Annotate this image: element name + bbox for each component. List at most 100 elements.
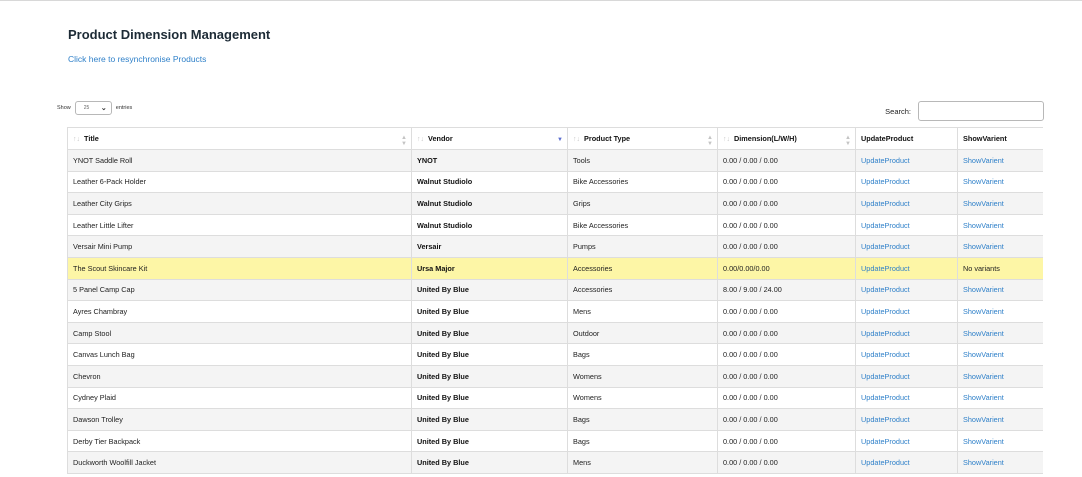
cell-update-product: UpdateProduct — [855, 300, 958, 323]
cell-title-text: 5 Panel Camp Cap — [73, 285, 135, 295]
show-varient-link[interactable]: ShowVarient — [963, 285, 1004, 294]
show-varient-link[interactable]: ShowVarient — [963, 415, 1004, 424]
show-varient-link[interactable]: ShowVarient — [963, 350, 1004, 359]
update-product-link[interactable]: UpdateProduct — [861, 221, 910, 230]
cell-product-type: Mens — [567, 300, 718, 323]
cell-show-varient: ShowVarient — [957, 192, 1043, 215]
show-varient-link[interactable]: ShowVarient — [963, 177, 1004, 186]
show-varient-link[interactable]: ShowVarient — [963, 156, 1004, 165]
cell-show-varient: ShowVarient — [957, 278, 1043, 302]
update-product-link[interactable]: UpdateProduct — [861, 307, 910, 316]
cell-update-product: UpdateProduct — [855, 213, 958, 237]
cell-product-type-text: Grips — [573, 198, 591, 208]
cell-vendor-text: United By Blue — [417, 350, 469, 360]
cell-update-product: UpdateProduct — [855, 321, 958, 345]
cell-update-product: UpdateProduct — [855, 364, 958, 388]
cell-show-varient: ShowVarient — [957, 149, 1043, 172]
cell-title: Duckworth Woolfill Jacket — [67, 451, 412, 474]
cell-dimension-text: 0.00 / 0.00 / 0.00 — [723, 328, 778, 338]
entries-per-page-select[interactable]: 25 ⌄ — [74, 101, 112, 115]
cell-product-type: Bags — [567, 408, 718, 431]
cell-show-varient: ShowVarient — [957, 300, 1043, 323]
cell-vendor-text: United By Blue — [417, 285, 469, 295]
cell-title: 5 Panel Camp Cap — [67, 278, 412, 302]
update-product-link[interactable]: UpdateProduct — [861, 199, 910, 208]
cell-show-varient: ShowVarient — [957, 451, 1043, 474]
cell-dimension: 0.00 / 0.00 / 0.00 — [717, 192, 856, 215]
cell-vendor-text: Walnut Studiolo — [417, 198, 473, 208]
update-product-link[interactable]: UpdateProduct — [861, 372, 910, 381]
column-header-label: Title — [84, 134, 99, 143]
cell-title-text: Leather Little Lifter — [73, 220, 134, 230]
cell-product-type: Womens — [567, 386, 718, 410]
cell-product-type-text: Bags — [573, 414, 590, 424]
column-header-vendor[interactable]: ↑↓ Vendor ▼ — [411, 127, 568, 150]
cell-title-text: Cydney Plaid — [73, 393, 116, 403]
cell-dimension: 0.00/0.00/0.00 — [717, 256, 856, 280]
table-body: YNOT Saddle Roll YNOT Tools 0.00 / 0.00 / 0… — [67, 149, 1043, 474]
cell-product-type: Accessories — [567, 278, 718, 302]
show-varient-link[interactable]: ShowVarient — [963, 393, 1004, 402]
show-varient-link[interactable]: ShowVarient — [963, 458, 1004, 467]
cell-dimension: 0.00 / 0.00 / 0.00 — [717, 429, 856, 453]
show-varient-link[interactable]: ShowVarient — [963, 221, 1004, 230]
table-row: Camp Stool United By Blue Outdoor 0.00 / 0.… — [67, 321, 1043, 345]
cell-product-type-text: Bike Accessories — [573, 177, 629, 187]
update-product-link[interactable]: UpdateProduct — [861, 350, 910, 359]
update-product-link[interactable]: UpdateProduct — [861, 242, 910, 251]
update-product-link[interactable]: UpdateProduct — [861, 177, 910, 186]
table-row: Derby Tier Backpack United By Blue Bags 0.0… — [67, 429, 1043, 453]
entries-per-page-value: 25 — [83, 105, 90, 111]
cell-show-varient: ShowVarient — [957, 321, 1043, 345]
column-header-label: Product Type — [584, 134, 631, 143]
table-row: Leather City Grips Walnut Studiolo Grips 0.… — [67, 192, 1043, 215]
cell-vendor-text: United By Blue — [417, 458, 469, 468]
cell-product-type-text: Bike Accessories — [573, 220, 629, 230]
chevron-down-icon: ⌄ — [100, 105, 107, 112]
update-product-link[interactable]: UpdateProduct — [861, 264, 910, 273]
cell-vendor-text: Ursa Major — [417, 263, 455, 273]
cell-update-product: UpdateProduct — [855, 451, 958, 474]
show-varient-link[interactable]: ShowVarient — [963, 199, 1004, 208]
search-label: Search: — [885, 106, 911, 116]
cell-product-type: Bags — [567, 343, 718, 366]
cell-show-varient: ShowVarient — [957, 408, 1043, 431]
column-header-dimension[interactable]: ↑↓ Dimension(L/W/H) ▲ ▼ — [717, 127, 856, 150]
show-varient-link[interactable]: ShowVarient — [963, 307, 1004, 316]
show-varient-link[interactable]: ShowVarient — [963, 329, 1004, 338]
update-product-link[interactable]: UpdateProduct — [861, 285, 910, 294]
cell-vendor: United By Blue — [411, 300, 568, 323]
table-row: Leather 6-Pack Holder Walnut Studiolo Bike… — [67, 170, 1043, 194]
sort-indicator-icon: ▲ ▼ — [401, 135, 407, 147]
column-header-product-type[interactable]: ↑↓ Product Type ▲ ▼ — [567, 127, 718, 150]
resync-products-link[interactable]: Click here to resynchronise Products — [68, 54, 206, 64]
cell-dimension-text: 0.00 / 0.00 / 0.00 — [723, 306, 778, 316]
search-input[interactable] — [918, 101, 1044, 121]
cell-dimension-text: 8.00 / 9.00 / 24.00 — [723, 285, 782, 295]
cell-title: YNOT Saddle Roll — [67, 149, 412, 172]
cell-title-text: Chevron — [73, 371, 101, 381]
column-header-title[interactable]: ↑↓ Title ▲ ▼ — [67, 127, 412, 150]
show-varient-link[interactable]: ShowVarient — [963, 437, 1004, 446]
cell-vendor-text: Walnut Studiolo — [417, 177, 473, 187]
show-varient-link[interactable]: ShowVarient — [963, 242, 1004, 251]
show-varient-link[interactable]: ShowVarient — [963, 372, 1004, 381]
update-product-link[interactable]: UpdateProduct — [861, 393, 910, 402]
cell-dimension: 0.00 / 0.00 / 0.00 — [717, 149, 856, 172]
cell-product-type: Mens — [567, 451, 718, 474]
cell-show-varient: ShowVarient — [957, 429, 1043, 453]
update-product-link[interactable]: UpdateProduct — [861, 156, 910, 165]
cell-vendor: Versair — [411, 235, 568, 258]
update-product-link[interactable]: UpdateProduct — [861, 458, 910, 467]
cell-title-text: The Scout Skincare Kit — [73, 263, 148, 273]
cell-dimension-text: 0.00 / 0.00 / 0.00 — [723, 371, 778, 381]
cell-dimension-text: 0.00 / 0.00 / 0.00 — [723, 393, 778, 403]
update-product-link[interactable]: UpdateProduct — [861, 437, 910, 446]
search-control: Search: — [885, 101, 1044, 121]
update-product-link[interactable]: UpdateProduct — [861, 415, 910, 424]
update-product-link[interactable]: UpdateProduct — [861, 329, 910, 338]
cell-title-text: Canvas Lunch Bag — [73, 350, 135, 360]
cell-product-type: Bike Accessories — [567, 213, 718, 237]
cell-vendor: United By Blue — [411, 429, 568, 453]
cell-dimension-text: 0.00 / 0.00 / 0.00 — [723, 414, 778, 424]
